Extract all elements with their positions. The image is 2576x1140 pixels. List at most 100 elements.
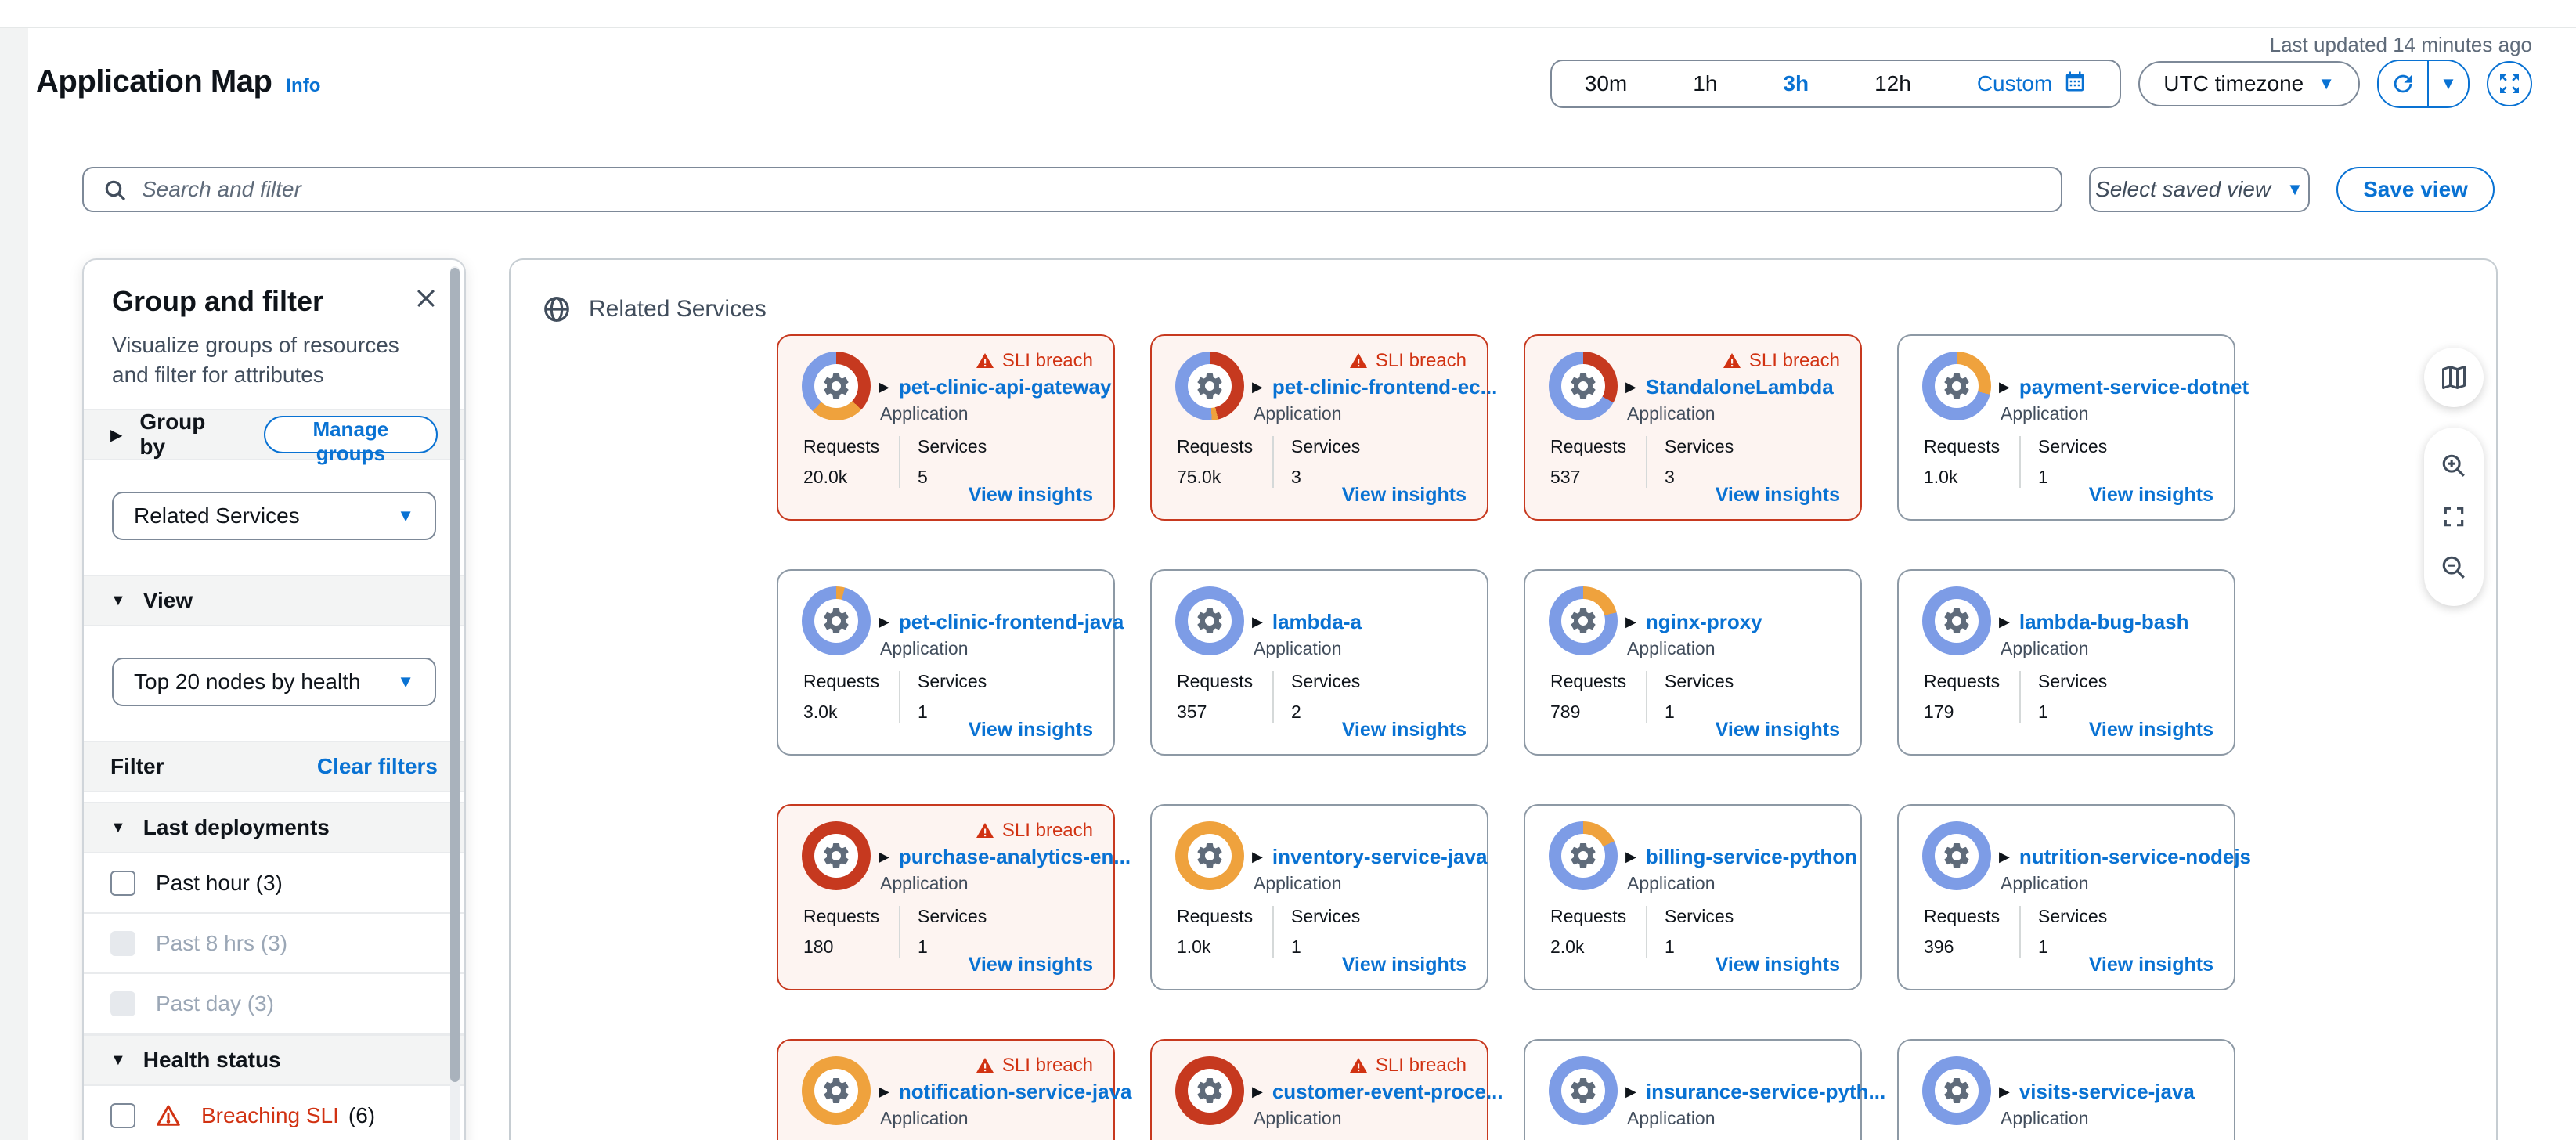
stat-divider <box>1646 671 1647 723</box>
info-link[interactable]: Info <box>286 75 320 97</box>
time-range-30m[interactable]: 30m <box>1552 61 1660 106</box>
service-name-link[interactable]: StandaloneLambda <box>1646 375 1834 399</box>
service-name-link[interactable]: payment-service-dotnet <box>2019 375 2249 399</box>
expand-right-icon: ▶ <box>1625 1084 1636 1100</box>
service-name-row: ▶ pet-clinic-frontend-ec... <box>1252 375 1497 399</box>
service-card: ▶ payment-service-dotnet Application Req… <box>1897 334 2235 521</box>
service-name-link[interactable]: visits-service-java <box>2019 1080 2195 1104</box>
view-insights-link[interactable]: View insights <box>1716 954 1840 976</box>
service-name-link[interactable]: lambda-a <box>1272 610 1362 634</box>
filter-checkbox-past-day[interactable]: Past day (3) <box>84 974 464 1034</box>
view-insights-link[interactable]: View insights <box>2089 719 2213 741</box>
group-by-select[interactable]: Related Services ▼ <box>112 492 436 540</box>
view-select[interactable]: Top 20 nodes by health ▼ <box>112 658 436 706</box>
saved-view-dropdown[interactable]: Select saved view ▼ <box>2089 167 2310 212</box>
last-deployments-section-header[interactable]: ▼ Last deployments <box>84 802 464 853</box>
zoom-out-button[interactable] <box>2441 554 2467 581</box>
services-stat: Services 3 <box>1291 436 1369 488</box>
view-insights-link[interactable]: View insights <box>2089 954 2213 976</box>
donut-hole <box>1935 599 1979 643</box>
service-name-link[interactable]: billing-service-python <box>1646 845 1857 869</box>
filter-toolbar: Select saved view ▼ Save view <box>82 167 2495 212</box>
time-range-custom[interactable]: Custom <box>1944 61 2120 106</box>
filter-checkbox-breaching-sli[interactable]: Breaching SLI (6) <box>84 1086 464 1140</box>
close-panel-button[interactable] <box>413 285 439 312</box>
expand-right-icon: ▶ <box>1625 849 1636 865</box>
sidebar-scrollbar-thumb[interactable] <box>450 268 460 1082</box>
service-name-link[interactable]: pet-clinic-frontend-java <box>899 610 1124 634</box>
search-input[interactable] <box>82 167 2062 212</box>
services-stat: Services 1 <box>1291 906 1369 958</box>
view-insights-link[interactable]: View insights <box>2089 484 2213 507</box>
health-status-section-header[interactable]: ▼ Health status <box>84 1034 464 1086</box>
service-name-link[interactable]: lambda-bug-bash <box>2019 610 2189 634</box>
time-range-3h[interactable]: 3h <box>1750 61 1842 106</box>
manage-groups-button[interactable]: Manage groups <box>264 416 438 453</box>
checkbox[interactable] <box>110 991 135 1016</box>
service-cards-grid: SLI breach ▶ pet-clinic-api-gateway Appl… <box>777 334 2235 1140</box>
refresh-options-button[interactable]: ▼ <box>2427 61 2468 106</box>
refresh-button[interactable] <box>2379 61 2427 106</box>
stat-divider <box>1272 436 1274 488</box>
group-by-section-header[interactable]: ▶ Group by Manage groups <box>84 409 464 460</box>
gear-icon <box>1568 840 1599 871</box>
service-name-link[interactable]: nginx-proxy <box>1646 610 1762 634</box>
sli-breach-label: SLI breach <box>1002 1055 1093 1077</box>
view-insights-link[interactable]: View insights <box>1716 719 1840 741</box>
services-label: Services <box>1665 436 1743 457</box>
sli-breach-label: SLI breach <box>1002 350 1093 372</box>
minimap-button[interactable] <box>2424 348 2484 407</box>
service-health-donut <box>1549 352 1618 420</box>
service-name-link[interactable]: nutrition-service-nodejs <box>2019 845 2251 869</box>
save-view-button[interactable]: Save view <box>2336 167 2495 212</box>
view-section-header[interactable]: ▼ View <box>84 575 464 626</box>
time-range-1h[interactable]: 1h <box>1660 61 1750 106</box>
timezone-dropdown[interactable]: UTC timezone ▼ <box>2138 61 2360 106</box>
service-name-link[interactable]: pet-clinic-frontend-ec... <box>1272 375 1497 399</box>
service-card: SLI breach ▶ pet-clinic-api-gateway Appl… <box>777 334 1115 521</box>
view-insights-link[interactable]: View insights <box>969 484 1093 507</box>
close-icon <box>413 285 439 312</box>
service-stats: Requests 75.0k Services 3 <box>1177 436 1369 488</box>
requests-stat: Requests 1.0k <box>1177 906 1255 958</box>
service-type-label: Application <box>1627 873 1716 894</box>
view-insights-link[interactable]: View insights <box>969 954 1093 976</box>
checkbox[interactable] <box>110 931 135 956</box>
fit-to-screen-button[interactable] <box>2441 504 2466 529</box>
clear-filters-link[interactable]: Clear filters <box>317 754 438 779</box>
service-name-link[interactable]: inventory-service-java <box>1272 845 1488 869</box>
requests-stat: Requests 2.0k <box>1550 906 1629 958</box>
service-health-donut <box>1922 821 1991 890</box>
expand-map-button[interactable] <box>2487 61 2532 106</box>
filter-checkbox-past-hour[interactable]: Past hour (3) <box>84 853 464 914</box>
service-name-link[interactable]: purchase-analytics-en... <box>899 845 1131 869</box>
services-label: Services <box>918 906 996 927</box>
service-name-link[interactable]: insurance-service-pyth... <box>1646 1080 1885 1104</box>
view-insights-link[interactable]: View insights <box>1342 954 1467 976</box>
gear-icon <box>1568 370 1599 402</box>
zoom-in-button[interactable] <box>2441 453 2467 479</box>
collapse-down-icon: ▼ <box>110 819 126 837</box>
sli-breach-label: SLI breach <box>1749 350 1840 372</box>
service-stats: Requests 789 Services 1 <box>1550 671 1743 723</box>
service-name-link[interactable]: notification-service-java <box>899 1080 1132 1104</box>
service-name-row: ▶ purchase-analytics-en... <box>879 845 1131 869</box>
time-range-selector: 30m 1h 3h 12h Custom <box>1550 60 2122 108</box>
requests-stat: Requests 20.0k <box>803 436 882 488</box>
checkbox[interactable] <box>110 871 135 896</box>
view-insights-link[interactable]: View insights <box>1342 719 1467 741</box>
view-insights-link[interactable]: View insights <box>969 719 1093 741</box>
expand-right-icon: ▶ <box>1252 614 1263 630</box>
filter-checkbox-past-8hrs[interactable]: Past 8 hrs (3) <box>84 914 464 974</box>
view-insights-link[interactable]: View insights <box>1342 484 1467 507</box>
service-name-link[interactable]: pet-clinic-api-gateway <box>899 375 1112 399</box>
service-name-link[interactable]: customer-event-proce... <box>1272 1080 1503 1104</box>
service-name-row: ▶ insurance-service-pyth... <box>1625 1080 1885 1104</box>
view-insights-link[interactable]: View insights <box>1716 484 1840 507</box>
service-card: SLI breach ▶ purchase-analytics-en... Ap… <box>777 804 1115 990</box>
donut-hole <box>1935 834 1979 878</box>
time-range-12h[interactable]: 12h <box>1842 61 1944 106</box>
requests-label: Requests <box>1177 436 1255 457</box>
service-name-row: ▶ visits-service-java <box>1999 1080 2195 1104</box>
checkbox[interactable] <box>110 1103 135 1128</box>
